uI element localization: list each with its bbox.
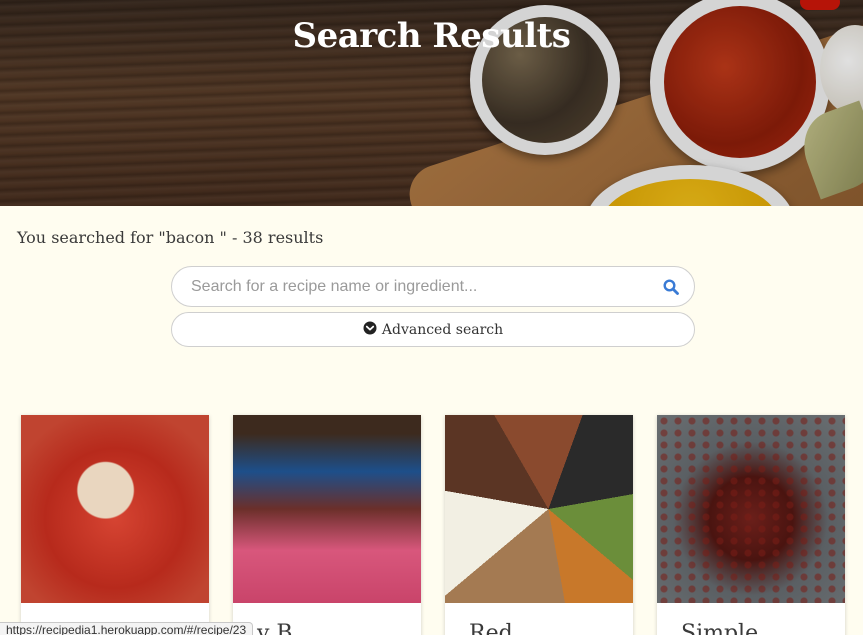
search-bar xyxy=(171,266,695,307)
recipe-title: Simple xyxy=(681,621,759,635)
recipe-title: y B xyxy=(257,621,293,635)
hero-banner: Search Results xyxy=(0,0,863,206)
recipe-card[interactable]: Red xyxy=(445,415,633,635)
recipe-image xyxy=(445,415,633,603)
advanced-search-label: Advanced search xyxy=(381,321,504,338)
page-title: Search Results xyxy=(292,16,571,56)
recipe-card[interactable] xyxy=(21,415,209,635)
advanced-search-button[interactable]: Advanced search xyxy=(171,312,695,347)
recipe-card[interactable]: y B xyxy=(233,415,421,635)
search-icon[interactable] xyxy=(660,276,682,298)
results-summary: You searched for "bacon " - 38 results xyxy=(17,228,324,247)
recipe-image xyxy=(21,415,209,603)
recipe-image xyxy=(233,415,421,603)
recipe-image xyxy=(657,415,845,603)
chevron-down-circle-icon xyxy=(363,321,377,339)
recipe-card[interactable]: Simple xyxy=(657,415,845,635)
browser-status-url: https://recipedia1.herokuapp.com/#/recip… xyxy=(0,622,254,635)
search-input[interactable] xyxy=(173,268,651,305)
recipe-title: Red xyxy=(469,621,513,635)
